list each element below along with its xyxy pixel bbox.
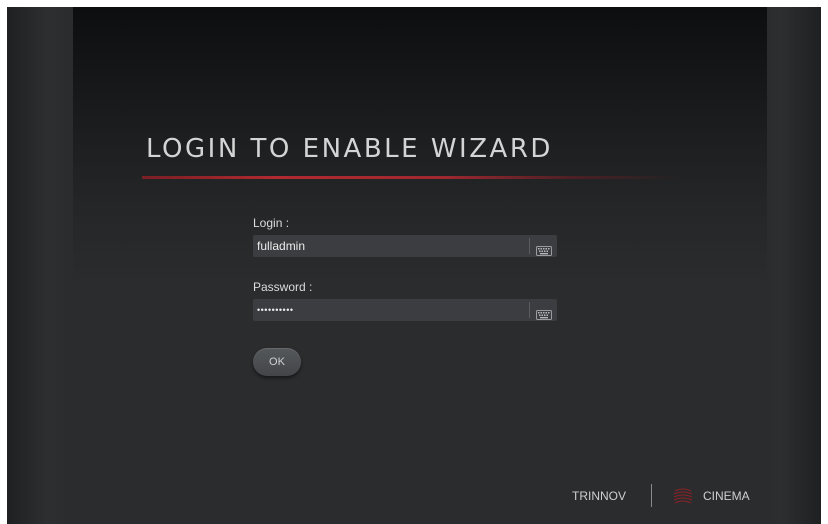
password-label: Password : [253, 280, 313, 294]
login-value: fulladmin [257, 239, 306, 253]
brand-name: TRINNOV [572, 489, 626, 503]
password-value: •••••••••• [257, 305, 294, 315]
login-form: Login : fulladmin Password: •••••••••• … [253, 215, 563, 376]
keyboard-icon[interactable] [536, 305, 552, 320]
title-underline [142, 176, 682, 179]
field-separator [529, 302, 530, 318]
page-title: LOGIN TO ENABLE WIZARD [146, 134, 553, 164]
screen: LOGIN TO ENABLE WIZARD Login : fulladmin [7, 7, 821, 524]
login-field[interactable]: fulladmin [253, 235, 557, 257]
trinnov-logo-icon [673, 486, 693, 506]
keyboard-icon[interactable] [536, 241, 552, 256]
login-label: Login : [253, 216, 290, 230]
field-separator [529, 238, 530, 254]
password-field[interactable]: •••••••••• [253, 299, 557, 321]
product-name: CINEMA [703, 489, 750, 503]
ok-button[interactable]: OK [253, 348, 301, 376]
login-panel: LOGIN TO ENABLE WIZARD Login : fulladmin [73, 7, 767, 524]
footer-divider [651, 484, 652, 507]
